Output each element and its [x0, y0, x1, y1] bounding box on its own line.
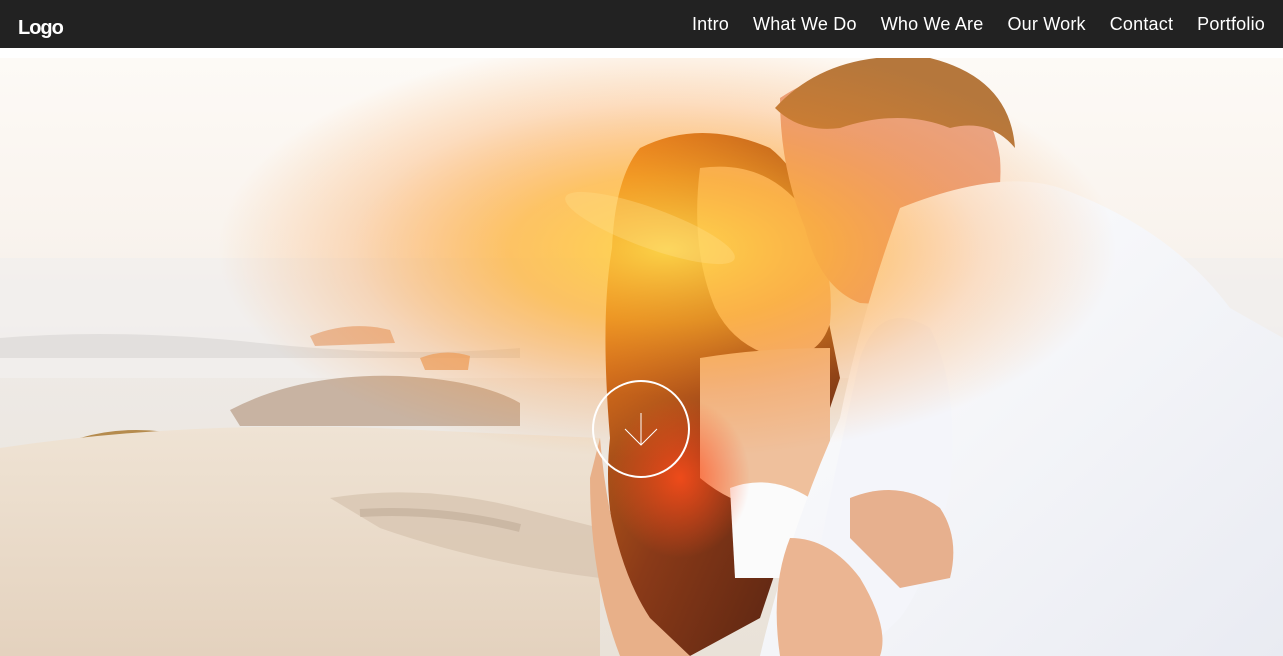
nav-link-intro[interactable]: Intro	[692, 12, 729, 36]
nav-link-portfolio[interactable]: Portfolio	[1197, 12, 1265, 36]
scroll-down-button[interactable]	[592, 380, 690, 478]
nav-link-what-we-do[interactable]: What We Do	[753, 12, 857, 36]
nav-link-contact[interactable]: Contact	[1110, 12, 1173, 36]
logo[interactable]: Logo	[18, 16, 64, 40]
top-navbar: Logo Intro What We Do Who We Are Our Wor…	[0, 0, 1283, 48]
main-nav: Intro What We Do Who We Are Our Work Con…	[668, 12, 1265, 36]
beach-couple-photo	[0, 58, 1283, 656]
arrow-down-icon	[624, 413, 658, 446]
nav-link-our-work[interactable]: Our Work	[1007, 12, 1085, 36]
nav-link-who-we-are[interactable]: Who We Are	[881, 12, 984, 36]
hero-section	[0, 58, 1283, 656]
